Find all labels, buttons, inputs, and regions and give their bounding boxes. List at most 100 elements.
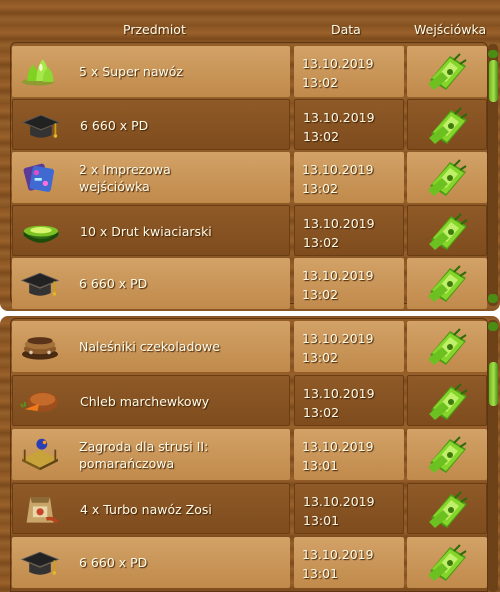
table-row: Naleśniki czekoladowe 13.10.2019 13:02 xyxy=(12,321,490,372)
item-cell: 6 660 x PD xyxy=(12,537,290,588)
item-name: 6 660 x PD xyxy=(79,276,148,291)
graduation-cap-icon xyxy=(21,114,61,138)
item-cell: 4 x Turbo nawóz Zosi xyxy=(12,483,290,534)
graduation-cap-icon xyxy=(20,272,60,296)
header-date: Data xyxy=(331,22,361,37)
fertilizer-bag-icon xyxy=(26,497,59,524)
item-name: Naleśniki czekoladowe xyxy=(79,339,220,354)
ostrich-enclosure-icon xyxy=(22,438,58,471)
item-name: 10 x Drut kwiaciarski xyxy=(80,224,212,239)
ticket-cell xyxy=(407,152,487,203)
bread-icon xyxy=(20,392,59,412)
date-cell: 13.10.2019 13:02 xyxy=(294,99,404,150)
item-name: Chleb marchewkowy xyxy=(80,394,210,409)
item-time: 13:01 xyxy=(302,458,339,473)
scroll-up-arrow[interactable] xyxy=(488,322,498,331)
ticket-cell xyxy=(407,205,487,256)
ticket-icon[interactable] xyxy=(423,380,473,424)
item-time: 13:01 xyxy=(303,513,340,528)
table-row: 4 x Turbo nawóz Zosi 13.10.2019 13:01 xyxy=(12,483,490,534)
item-time: 13:02 xyxy=(302,287,339,302)
ticket-cell xyxy=(407,375,487,426)
item-name: 2 x Imprezowa wejściówka xyxy=(79,161,171,194)
date-cell: 13.10.2019 13:01 xyxy=(294,483,404,534)
ticket-icon[interactable] xyxy=(423,488,473,532)
header-ticket: Wejściówka xyxy=(414,22,487,37)
ticket-cell xyxy=(407,258,487,309)
item-time: 13:02 xyxy=(303,235,340,250)
date-cell: 13.10.2019 13:02 xyxy=(294,258,404,309)
item-cell: Naleśniki czekoladowe xyxy=(12,321,290,372)
ticket-cell xyxy=(407,483,487,534)
item-time: 13:02 xyxy=(302,181,339,196)
wire-bowl-icon xyxy=(23,225,59,243)
item-cell: Zagroda dla strusi II: pomarańczowa xyxy=(12,429,290,480)
scroll-down-arrow[interactable] xyxy=(488,294,498,303)
ticket-icon[interactable] xyxy=(423,104,473,148)
item-date: 13.10.2019 xyxy=(303,216,375,231)
header-item: Przedmiot xyxy=(123,22,186,37)
ticket-icon[interactable] xyxy=(422,433,472,477)
item-date: 13.10.2019 xyxy=(302,268,374,283)
scrollbar-thumb[interactable] xyxy=(489,362,498,406)
item-date: 13.10.2019 xyxy=(303,386,375,401)
item-time: 13:02 xyxy=(302,75,339,90)
history-panel-bottom: Naleśniki czekoladowe 13.10.2019 13:02 Chle… xyxy=(0,316,500,592)
item-cell: 2 x Imprezowa wejściówka xyxy=(12,152,290,203)
item-time: 13:02 xyxy=(302,350,339,365)
fertilizer-drops-icon xyxy=(22,59,55,86)
item-time: 13:01 xyxy=(302,566,339,581)
table-row: 6 660 x PD 13.10.2019 13:01 xyxy=(12,537,490,588)
table-header: Przedmiot Data Wejściówka xyxy=(0,0,500,42)
ticket-cell xyxy=(407,321,487,372)
item-name: 6 660 x PD xyxy=(80,118,149,133)
date-cell: 13.10.2019 13:02 xyxy=(294,152,404,203)
date-cell: 13.10.2019 13:01 xyxy=(294,429,404,480)
item-name: 6 660 x PD xyxy=(79,555,148,570)
ticket-cell xyxy=(407,537,487,588)
item-date: 13.10.2019 xyxy=(302,331,374,346)
item-time: 13:02 xyxy=(303,129,340,144)
history-panel-top: Przedmiot Data Wejściówka 5 x Super nawó… xyxy=(0,0,500,311)
table-row: Chleb marchewkowy 13.10.2019 13:02 xyxy=(12,375,490,426)
table-row: Zagroda dla strusi II: pomarańczowa 13.10… xyxy=(12,429,490,480)
table-row: 10 x Drut kwiaciarski 13.10.2019 13:02 xyxy=(12,205,490,256)
scroll-up-arrow[interactable] xyxy=(488,50,498,58)
item-date: 13.10.2019 xyxy=(302,56,374,71)
graduation-cap-icon xyxy=(20,551,60,575)
pancakes-icon xyxy=(22,337,58,360)
item-name: 5 x Super nawóz xyxy=(79,64,183,79)
ticket-icon[interactable] xyxy=(422,262,472,306)
item-date: 13.10.2019 xyxy=(303,110,375,125)
item-name: Zagroda dla strusi II: pomarańczowa xyxy=(79,438,209,471)
item-cell: 6 660 x PD xyxy=(12,258,290,309)
date-cell: 13.10.2019 13:02 xyxy=(294,46,404,97)
date-cell: 13.10.2019 13:02 xyxy=(294,205,404,256)
ticket-icon[interactable] xyxy=(422,156,472,200)
table-row: 6 660 x PD 13.10.2019 13:02 xyxy=(12,258,490,309)
ticket-cell xyxy=(407,429,487,480)
ticket-icon[interactable] xyxy=(422,541,472,585)
item-name: 4 x Turbo nawóz Zosi xyxy=(80,502,212,517)
table-row: 2 x Imprezowa wejściówka 13.10.2019 13:02 xyxy=(12,152,490,203)
date-cell: 13.10.2019 13:02 xyxy=(294,321,404,372)
item-date: 13.10.2019 xyxy=(302,162,374,177)
table-row: 5 x Super nawóz 13.10.2019 13:02 xyxy=(12,46,490,97)
ticket-cell xyxy=(407,46,487,97)
party-ticket-icon xyxy=(23,163,55,192)
item-cell: 5 x Super nawóz xyxy=(12,46,290,97)
scrollbar-track[interactable] xyxy=(488,320,498,592)
scrollbar-thumb[interactable] xyxy=(489,60,498,102)
ticket-icon[interactable] xyxy=(422,325,472,369)
item-cell: 10 x Drut kwiaciarski xyxy=(12,205,290,256)
item-date: 13.10.2019 xyxy=(303,494,375,509)
ticket-icon[interactable] xyxy=(423,210,473,254)
date-cell: 13.10.2019 13:02 xyxy=(294,375,404,426)
ticket-icon[interactable] xyxy=(422,50,472,94)
date-cell: 13.10.2019 13:01 xyxy=(294,537,404,588)
table-row: 6 660 x PD 13.10.2019 13:02 xyxy=(12,99,490,150)
ticket-cell xyxy=(407,99,487,150)
item-date: 13.10.2019 xyxy=(302,547,374,562)
item-date: 13.10.2019 xyxy=(302,439,374,454)
item-cell: Chleb marchewkowy xyxy=(12,375,290,426)
